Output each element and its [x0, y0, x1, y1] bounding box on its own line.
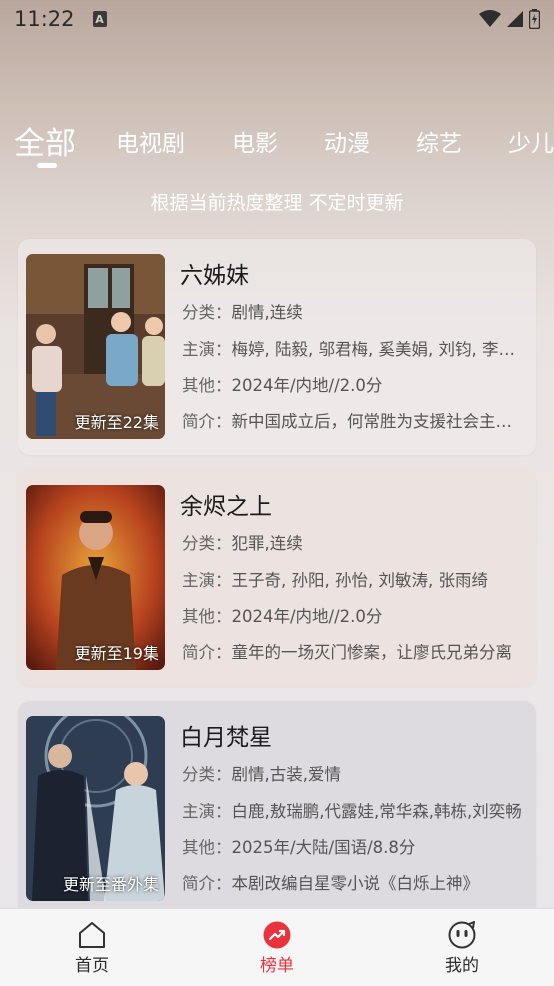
nav-mine-label: 我的: [445, 956, 479, 976]
tab-movie[interactable]: 电影: [232, 124, 278, 158]
category-row: 分类：犯罪,连续: [182, 534, 303, 553]
intro-row: 简介：新中国成立后，何常胜为支援社会主义建设: [182, 412, 527, 431]
other-row: 其他：2024年/内地//2.0分: [182, 607, 383, 626]
intro-row: 简介：童年的一场灭门惨案，让廖氏兄弟分离: [182, 643, 512, 662]
wifi-icon: [479, 10, 501, 27]
status-icons: [479, 9, 540, 29]
status-bar: 11:22 A: [0, 0, 554, 38]
poster-image[interactable]: 更新至22集: [26, 254, 165, 439]
tab-anime[interactable]: 动漫: [324, 124, 370, 158]
show-card[interactable]: 更新至番外集 白月梵星 分类：剧情,古装,爱情 主演：白鹿,敖瑞鹏,代露娃,常华…: [18, 701, 536, 917]
signal-icon: [507, 11, 523, 27]
tab-all[interactable]: 全部: [14, 118, 76, 163]
tab-variety[interactable]: 综艺: [416, 124, 462, 158]
bottom-nav: 首页 榜单 我的: [0, 908, 554, 986]
episode-badge: 更新至番外集: [62, 875, 159, 894]
nav-home-label: 首页: [75, 956, 109, 976]
episode-badge: 更新至19集: [74, 644, 159, 663]
cast-row: 主演：王子奇, 孙阳, 孙怡, 刘敏涛, 张雨绮: [182, 571, 488, 590]
trending-icon: [263, 921, 291, 949]
show-title[interactable]: 六姊妹: [180, 256, 249, 290]
notification-a-icon: A: [92, 11, 107, 27]
nav-rank-label: 榜单: [260, 956, 294, 976]
face-icon: [448, 921, 476, 949]
home-icon: [79, 922, 105, 948]
nav-home[interactable]: 首页: [52, 921, 132, 976]
category-row: 分类：剧情,连续: [182, 303, 303, 322]
show-title[interactable]: 白月梵星: [180, 718, 272, 752]
cast-row: 主演：梅婷, 陆毅, 邬君梅, 奚美娟, 刘钧, 李庚希: [182, 340, 527, 359]
nav-mine[interactable]: 我的: [422, 921, 502, 976]
intro-row: 简介：本剧改编自星零小说《白烁上神》: [182, 874, 479, 893]
category-tabs: 全部 电视剧 电影 动漫 综艺 少儿: [0, 112, 554, 172]
tab-tv-series[interactable]: 电视剧: [116, 124, 185, 158]
poster-image[interactable]: 更新至番外集: [26, 716, 165, 901]
tab-kids[interactable]: 少儿: [508, 124, 554, 158]
nav-rank[interactable]: 榜单: [237, 921, 317, 976]
show-card[interactable]: 更新至19集 余烬之上 分类：犯罪,连续 主演：王子奇, 孙阳, 孙怡, 刘敏涛…: [18, 470, 536, 686]
poster-image[interactable]: 更新至19集: [26, 485, 165, 670]
category-row: 分类：剧情,古装,爱情: [182, 765, 341, 784]
show-title[interactable]: 余烬之上: [180, 487, 272, 521]
status-time: 11:22: [14, 7, 75, 31]
other-row: 其他：2024年/内地//2.0分: [182, 376, 383, 395]
tab-indicator: [37, 163, 57, 168]
show-card[interactable]: 更新至22集 六姊妹 分类：剧情,连续 主演：梅婷, 陆毅, 邬君梅, 奚美娟,…: [18, 239, 536, 455]
ranking-subtitle: 根据当前热度整理 不定时更新: [150, 192, 404, 214]
other-row: 其他：2025年/大陆/国语/8.8分: [182, 838, 416, 857]
cast-row: 主演：白鹿,敖瑞鹏,代露娃,常华森,韩栋,刘奕畅: [182, 802, 522, 821]
battery-icon: [529, 9, 540, 29]
episode-badge: 更新至22集: [74, 413, 159, 432]
